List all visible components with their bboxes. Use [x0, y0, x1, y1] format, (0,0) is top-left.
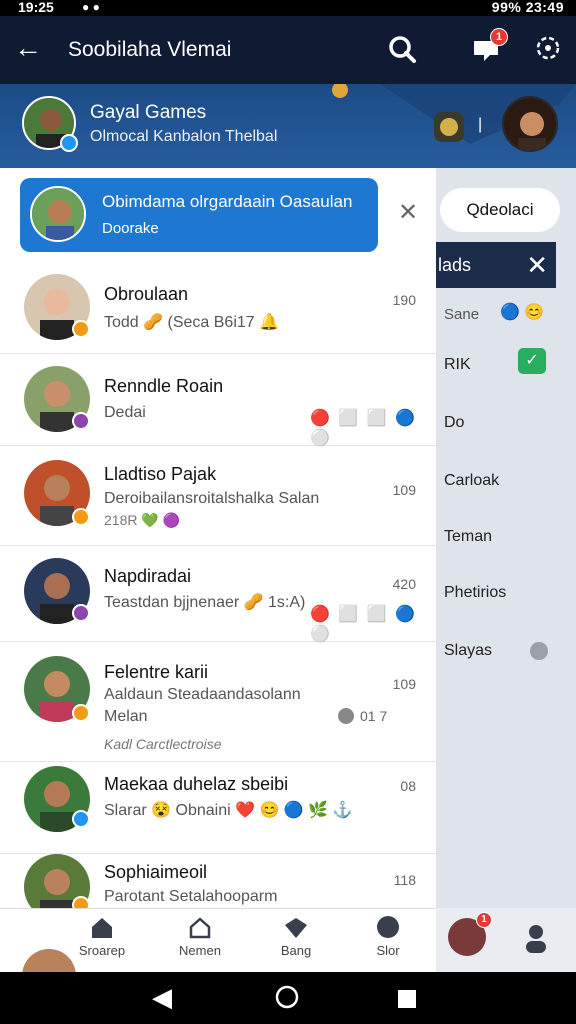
conversation-count: 420	[392, 576, 416, 592]
promo-banner[interactable]: Obimdama olrgardaain Oasaulan Doorake	[20, 178, 378, 252]
side-item-phetirios[interactable]: Phetirios	[444, 584, 506, 602]
conversation-preview: Teastdan bjjnenaer 🥜 1s:A)	[104, 594, 306, 611]
conversation-preview: Slarar 😵 Obnaini ❤️ 😊 🔵 🌿 ⚓	[104, 802, 353, 819]
side-item-do[interactable]: Do	[444, 414, 464, 432]
separator-icon: |	[478, 116, 483, 133]
list-item[interactable]: Napdiradai Teastdan bjjnenaer 🥜 1s:A) 42…	[0, 546, 436, 643]
app-bar: ← Soobilaha Vlemai 1	[0, 16, 576, 84]
conversation-count: 118	[393, 872, 416, 888]
conversation-name: Maekaa duhelaz sbeibi	[104, 774, 289, 794]
users-icon	[160, 915, 240, 943]
conversation-name: Felentre karii	[104, 662, 209, 682]
notification-badge: 1	[476, 912, 492, 928]
chat-bubble-icon[interactable]: 1	[470, 28, 508, 66]
conversation-extra: 01 7	[360, 708, 388, 724]
profile-subtitle: Olmocal Kanbalon Thelbal	[90, 128, 278, 145]
list-item[interactable]: Obroulaan Todd 🥜 (Seca B6i17 🔔 190	[0, 262, 436, 354]
side-item-slayas[interactable]: Slayas	[444, 642, 492, 660]
status-badge	[72, 320, 90, 338]
side-panel-title: lads	[438, 255, 472, 275]
notification-icons: ● ●	[82, 0, 100, 14]
side-panel: Qdeolaci lads ✕ Sane 🔵 😊 RIK ✓ Do Carloa…	[436, 168, 576, 972]
nav-members-label: Nemen	[179, 943, 221, 958]
search-icon[interactable]	[386, 34, 418, 66]
conversation-count: 109	[392, 482, 416, 498]
conversation-meta: Melan	[104, 708, 148, 725]
banner-subtitle: Doorake	[102, 220, 159, 237]
conversation-meta: 218R 💚 🟣	[104, 512, 181, 528]
reaction-icons: 🔴 ⬜ ⬜ 🔵 ⚪	[310, 410, 418, 447]
side-item-sane[interactable]: Sane	[444, 306, 479, 323]
conversation-preview: Dedai	[104, 404, 146, 421]
conversation-preview: Aaldaun Steadaandasolann	[104, 686, 301, 703]
conversation-count: 109	[392, 676, 416, 692]
list-item[interactable]: Renndle Roain Dedai 🔴 ⬜ ⬜ 🔵 ⚪	[0, 354, 436, 447]
conversation-name: Lladtiso Pajak	[104, 464, 217, 484]
banner-title: Obimdama olrgardaain Oasaulan	[102, 192, 353, 211]
profile-header: Gayal Games Olmocal Kanbalon Thelbal |	[0, 84, 576, 168]
status-time: 19:25	[18, 0, 54, 15]
status-badge	[72, 412, 90, 430]
info-icon	[530, 642, 548, 660]
friend-avatar[interactable]	[502, 96, 558, 152]
list-item[interactable]: Sophiaimeoil Parotant Setalahooparm 118	[0, 854, 436, 920]
bottom-nav: Sroarep Nemen Bang Slor	[0, 908, 436, 1003]
list-item[interactable]: Lladtiso Pajak Deroibailansroitalshalka …	[0, 446, 436, 546]
conversation-drawer: Obimdama olrgardaain Oasaulan Doorake ✕ …	[0, 168, 436, 920]
recents-icon[interactable]	[396, 986, 418, 1017]
list-item[interactable]: Maekaa duhelaz sbeibi Slarar 😵 Obnaini ❤…	[0, 762, 436, 854]
close-icon[interactable]: ✕	[398, 198, 418, 227]
conversation-name: Obroulaan	[104, 284, 189, 304]
status-badge	[72, 810, 90, 828]
close-icon[interactable]: ✕	[526, 242, 548, 288]
banner-avatar	[30, 186, 86, 242]
list-item[interactable]: Felentre karii Aaldaun Steadaandasolann …	[0, 642, 436, 762]
status-badge	[72, 604, 90, 622]
verified-icon	[60, 134, 78, 152]
notification-badge: 1	[490, 28, 508, 46]
side-panel-button[interactable]: Qdeolaci	[440, 188, 560, 232]
coin-icon[interactable]	[434, 112, 464, 142]
conversation-name: Sophiaimeoil	[104, 862, 208, 882]
status-right: 99% 23:49	[491, 0, 564, 15]
conversation-preview: Todd 🥜 (Seca B6i17 🔔	[104, 314, 280, 331]
profile-name: Gayal Games	[90, 102, 207, 123]
status-badge	[72, 508, 90, 526]
chat-icon	[348, 915, 428, 943]
side-item-rik[interactable]: RIK	[444, 356, 471, 374]
nav-home-label: Sroarep	[78, 943, 126, 958]
nav-slor[interactable]: Slor	[348, 915, 428, 958]
side-item-teman[interactable]: Teman	[444, 528, 492, 546]
nav-members[interactable]: Nemen	[160, 915, 240, 958]
conversation-preview: Deroibailansroitalshalka Salan	[104, 490, 320, 507]
right-nav: 1	[436, 908, 576, 972]
user-icon[interactable]	[522, 922, 550, 959]
conversation-count: 190	[392, 292, 416, 308]
nav-bang-label: Bang	[280, 943, 312, 958]
home-icon	[62, 915, 142, 943]
nav-bang[interactable]: Bang	[256, 915, 336, 958]
nav-slor-label: Slor	[376, 943, 400, 958]
reaction-icons: 🔴 ⬜ ⬜ 🔵 ⚪	[310, 606, 418, 643]
clock-icon	[338, 708, 354, 724]
side-panel-header: lads ✕	[436, 242, 556, 288]
back-icon[interactable]: ◀	[152, 982, 172, 1013]
conversation-footnote: Kadl Carctlectroise	[104, 736, 222, 752]
tag-icon	[256, 915, 336, 943]
page-title: Soobilaha Vlemai	[68, 38, 232, 61]
arrow-left-icon[interactable]: ←	[14, 34, 42, 62]
more-options-icon[interactable]	[532, 34, 564, 66]
conversation-name: Renndle Roain	[104, 376, 224, 396]
checkbox-icon[interactable]: ✓	[518, 348, 546, 374]
home-circle-icon[interactable]	[274, 984, 300, 1017]
conversation-count: 08	[400, 778, 416, 794]
smile-icon: 🔵 😊	[500, 304, 545, 321]
conversation-preview: Parotant Setalahooparm	[104, 888, 278, 905]
nav-home[interactable]: Sroarep	[62, 915, 142, 958]
side-item-carloak[interactable]: Carloak	[444, 472, 499, 490]
conversation-name: Napdiradai	[104, 566, 192, 586]
status-badge	[72, 704, 90, 722]
status-bar: 19:25 ● ● 99% 23:49	[0, 0, 576, 16]
system-nav: ◀	[0, 972, 576, 1024]
